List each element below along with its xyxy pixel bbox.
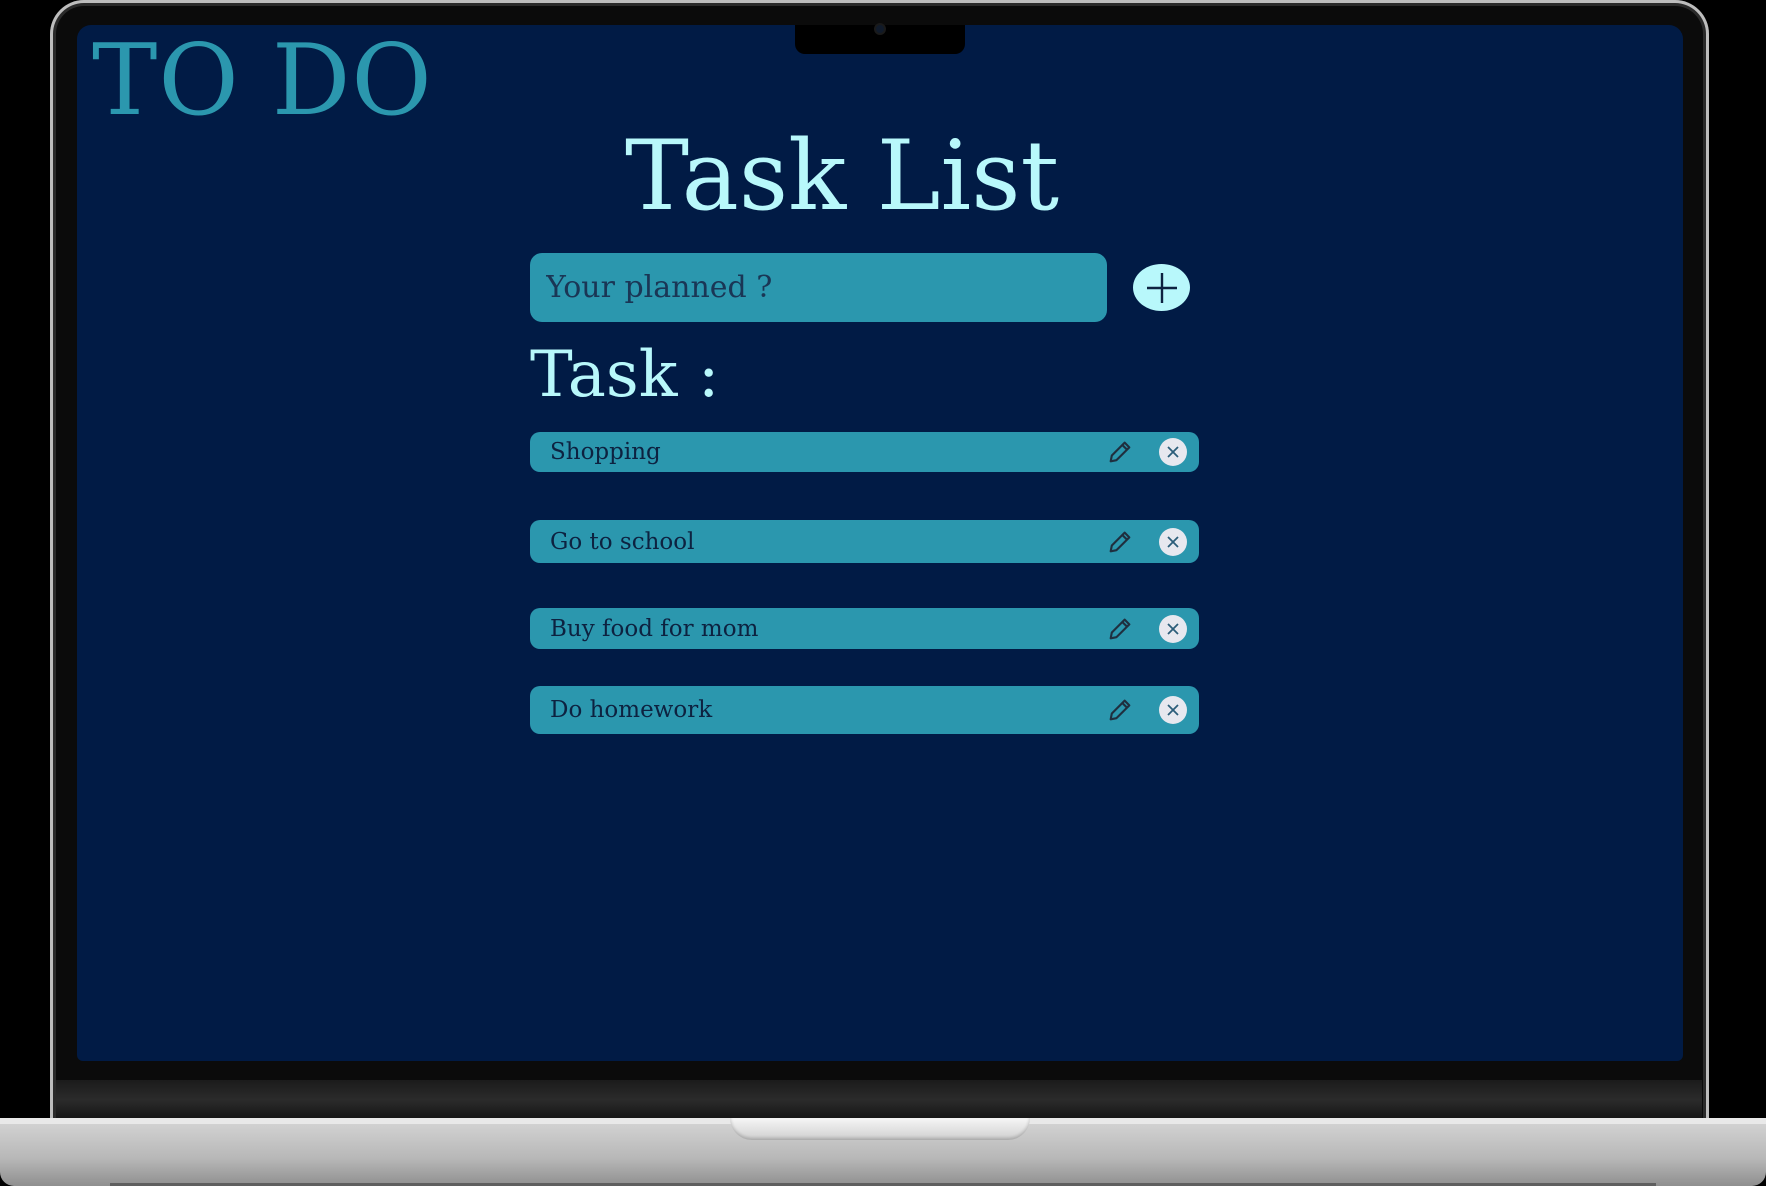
brand-logo-text: TO DO [92, 24, 433, 138]
add-task-button[interactable] [1133, 264, 1190, 311]
task-text: Shopping [550, 439, 661, 465]
task-item[interactable]: Do homework [530, 686, 1199, 734]
close-circle-icon [1167, 622, 1179, 635]
close-circle-icon [1167, 704, 1179, 716]
delete-task-button[interactable] [1159, 438, 1187, 466]
task-text: Do homework [550, 697, 713, 723]
tasks-section-label: Task : [530, 338, 720, 412]
pencil-icon [1109, 441, 1131, 463]
webcam-icon [876, 25, 884, 33]
edit-task-button[interactable] [1105, 695, 1135, 725]
edit-task-button[interactable] [1105, 614, 1135, 644]
edit-task-button[interactable] [1105, 437, 1135, 467]
task-text: Buy food for mom [550, 615, 759, 642]
task-item[interactable]: Go to school [530, 520, 1199, 563]
task-text: Go to school [550, 528, 695, 555]
pencil-icon [1109, 531, 1131, 552]
laptop-hinge [56, 1080, 1702, 1120]
delete-task-button[interactable] [1159, 614, 1187, 643]
delete-task-button[interactable] [1159, 696, 1187, 724]
pencil-icon [1109, 618, 1131, 639]
task-item[interactable]: Shopping [530, 432, 1199, 472]
delete-task-button[interactable] [1159, 527, 1187, 556]
page-title: Task List [625, 120, 1060, 232]
plus-icon [1146, 272, 1177, 303]
pencil-icon [1109, 699, 1131, 721]
edit-task-button[interactable] [1105, 527, 1135, 557]
close-circle-icon [1167, 535, 1179, 548]
new-task-input[interactable] [530, 253, 1107, 322]
close-circle-icon [1167, 446, 1179, 458]
laptop-thumb-notch [730, 1118, 1030, 1140]
task-item[interactable]: Buy food for mom [530, 608, 1199, 649]
